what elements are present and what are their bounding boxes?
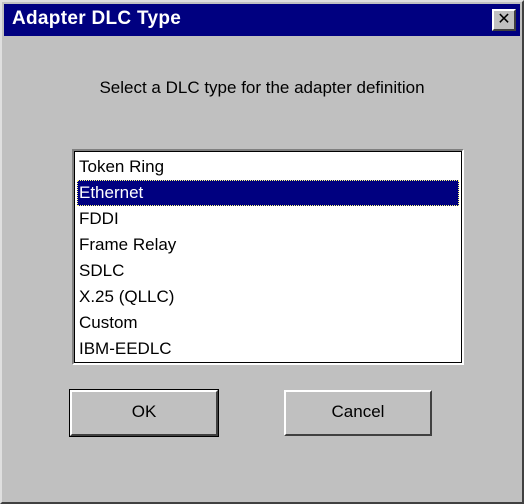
list-item-x25-qllc[interactable]: X.25 (QLLC) [77,284,459,310]
close-button[interactable]: ✕ [492,9,516,31]
title-bar: Adapter DLC Type ✕ [4,4,520,36]
instruction-text: Select a DLC type for the adapter defini… [99,78,425,97]
cancel-button[interactable]: Cancel [284,390,432,436]
list-item-sdlc[interactable]: SDLC [77,258,459,284]
ok-button[interactable]: OK [69,389,219,437]
dlc-type-listbox[interactable]: Token Ring Ethernet FDDI Frame Relay SDL… [72,149,464,365]
close-icon: ✕ [497,11,511,28]
list-item-ibm-eedlc[interactable]: IBM-EEDLC [77,336,459,362]
adapter-dlc-type-dialog: Adapter DLC Type ✕ Select a DLC type for… [0,0,524,504]
list-item-fddi[interactable]: FDDI [77,206,459,232]
list-item-ethernet[interactable]: Ethernet [77,180,459,206]
list-item-token-ring[interactable]: Token Ring [77,154,459,180]
window-title: Adapter DLC Type [12,8,182,29]
list-item-custom[interactable]: Custom [77,310,459,336]
list-item-frame-relay[interactable]: Frame Relay [77,232,459,258]
